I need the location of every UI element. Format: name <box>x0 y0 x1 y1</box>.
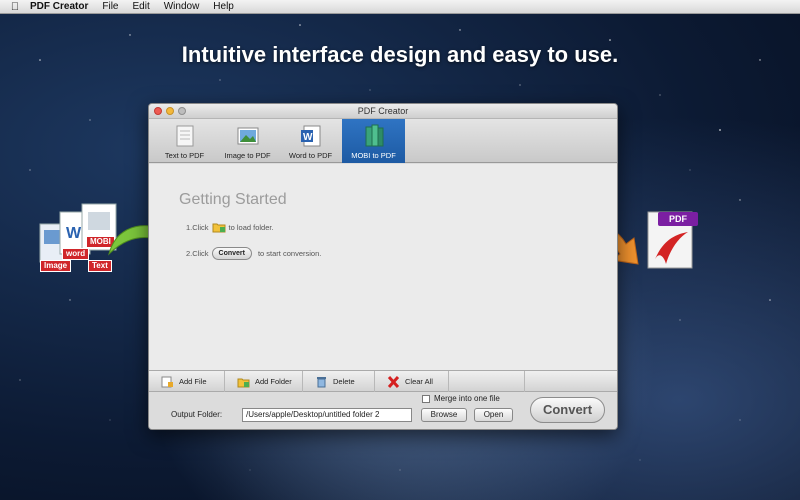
svg-text:W: W <box>66 225 82 242</box>
mode-toolbar: Text to PDF Image to PDF W Word to PDF M… <box>149 119 617 163</box>
add-folder-button[interactable]: Add Folder <box>225 371 303 392</box>
getting-started-title: Getting Started <box>179 191 287 208</box>
word-chip: word <box>62 248 90 260</box>
apple-menu-icon[interactable]:  <box>0 1 30 13</box>
step2-prefix: 2.Click <box>186 249 209 258</box>
app-window: PDF Creator Text to PDF Image to PDF W W… <box>148 103 618 430</box>
add-file-button[interactable]: Add File <box>149 371 225 392</box>
svg-text:W: W <box>303 132 313 143</box>
step2-suffix: to start conversion. <box>257 249 322 258</box>
image-icon <box>237 127 258 145</box>
clear-all-label: Clear All <box>405 377 433 386</box>
open-button[interactable]: Open <box>474 408 513 422</box>
clear-all-button[interactable]: Clear All <box>375 371 449 392</box>
menu-app-name[interactable]: PDF Creator <box>30 1 88 12</box>
output-bar: Merge into one file Output Folder: /User… <box>149 392 617 429</box>
pdf-badge: PDF <box>658 212 698 226</box>
add-folder-icon <box>237 378 250 387</box>
zoom-window-button[interactable] <box>178 107 186 115</box>
menu-window[interactable]: Window <box>164 1 200 12</box>
image-chip: Image <box>40 260 72 272</box>
convert-button[interactable]: Convert <box>530 397 605 423</box>
text-doc-icon <box>176 125 193 147</box>
inline-convert-button[interactable]: Convert <box>211 247 252 260</box>
promo-headline: Intuitive interface design and easy to u… <box>181 42 619 67</box>
delete-label: Delete <box>333 377 355 386</box>
action-bar-spacer <box>449 371 525 392</box>
output-folder-field[interactable]: /Users/apple/Desktop/untitled folder 2 <box>242 408 412 422</box>
menu-file[interactable]: File <box>102 1 118 12</box>
tab-label: Word to PDF <box>288 151 333 160</box>
minimize-window-button[interactable] <box>166 107 174 115</box>
merge-label: Merge into one file <box>434 394 500 403</box>
trash-icon <box>317 376 326 387</box>
step-one: 1.Click to load folder. <box>186 222 274 233</box>
file-drop-area[interactable]: Getting Started 1.Click to load folder. … <box>149 164 617 371</box>
step1-prefix: 1.Click <box>186 223 209 232</box>
window-titlebar[interactable]: PDF Creator <box>149 104 617 119</box>
tab-text-to-pdf[interactable]: Text to PDF <box>153 119 216 163</box>
books-icon <box>365 124 383 147</box>
menu-help[interactable]: Help <box>213 1 234 12</box>
tab-label: Text to PDF <box>164 151 205 160</box>
word-icon: W <box>300 125 320 147</box>
tab-mobi-to-pdf[interactable]: MOBI to PDF <box>342 119 405 163</box>
menu-bar:  PDF Creator File Edit Window Help <box>0 0 800 14</box>
red-x-icon <box>387 375 400 388</box>
add-folder-icon <box>212 223 226 233</box>
merge-option[interactable]: Merge into one file <box>422 394 500 403</box>
add-folder-label: Add Folder <box>255 377 292 386</box>
merge-checkbox[interactable] <box>422 394 430 403</box>
menu-edit[interactable]: Edit <box>132 1 149 12</box>
tab-label: MOBI to PDF <box>351 151 396 160</box>
tab-word-to-pdf[interactable]: W Word to PDF <box>279 119 342 163</box>
output-folder-label: Output Folder: <box>171 410 223 419</box>
close-window-button[interactable] <box>154 107 162 115</box>
add-file-label: Add File <box>179 377 207 386</box>
action-bar: Add File Add Folder Delete Clear All <box>149 371 617 392</box>
add-file-icon <box>161 376 173 387</box>
window-title: PDF Creator <box>357 106 409 116</box>
text-chip: Text <box>88 260 112 272</box>
delete-button[interactable]: Delete <box>303 371 375 392</box>
browse-button[interactable]: Browse <box>421 408 467 422</box>
tab-image-to-pdf[interactable]: Image to PDF <box>216 119 279 163</box>
step-two: 2.Click Convert to start conversion. <box>186 247 321 260</box>
step1-suffix: to load folder. <box>228 223 274 232</box>
tab-label: Image to PDF <box>224 151 271 160</box>
